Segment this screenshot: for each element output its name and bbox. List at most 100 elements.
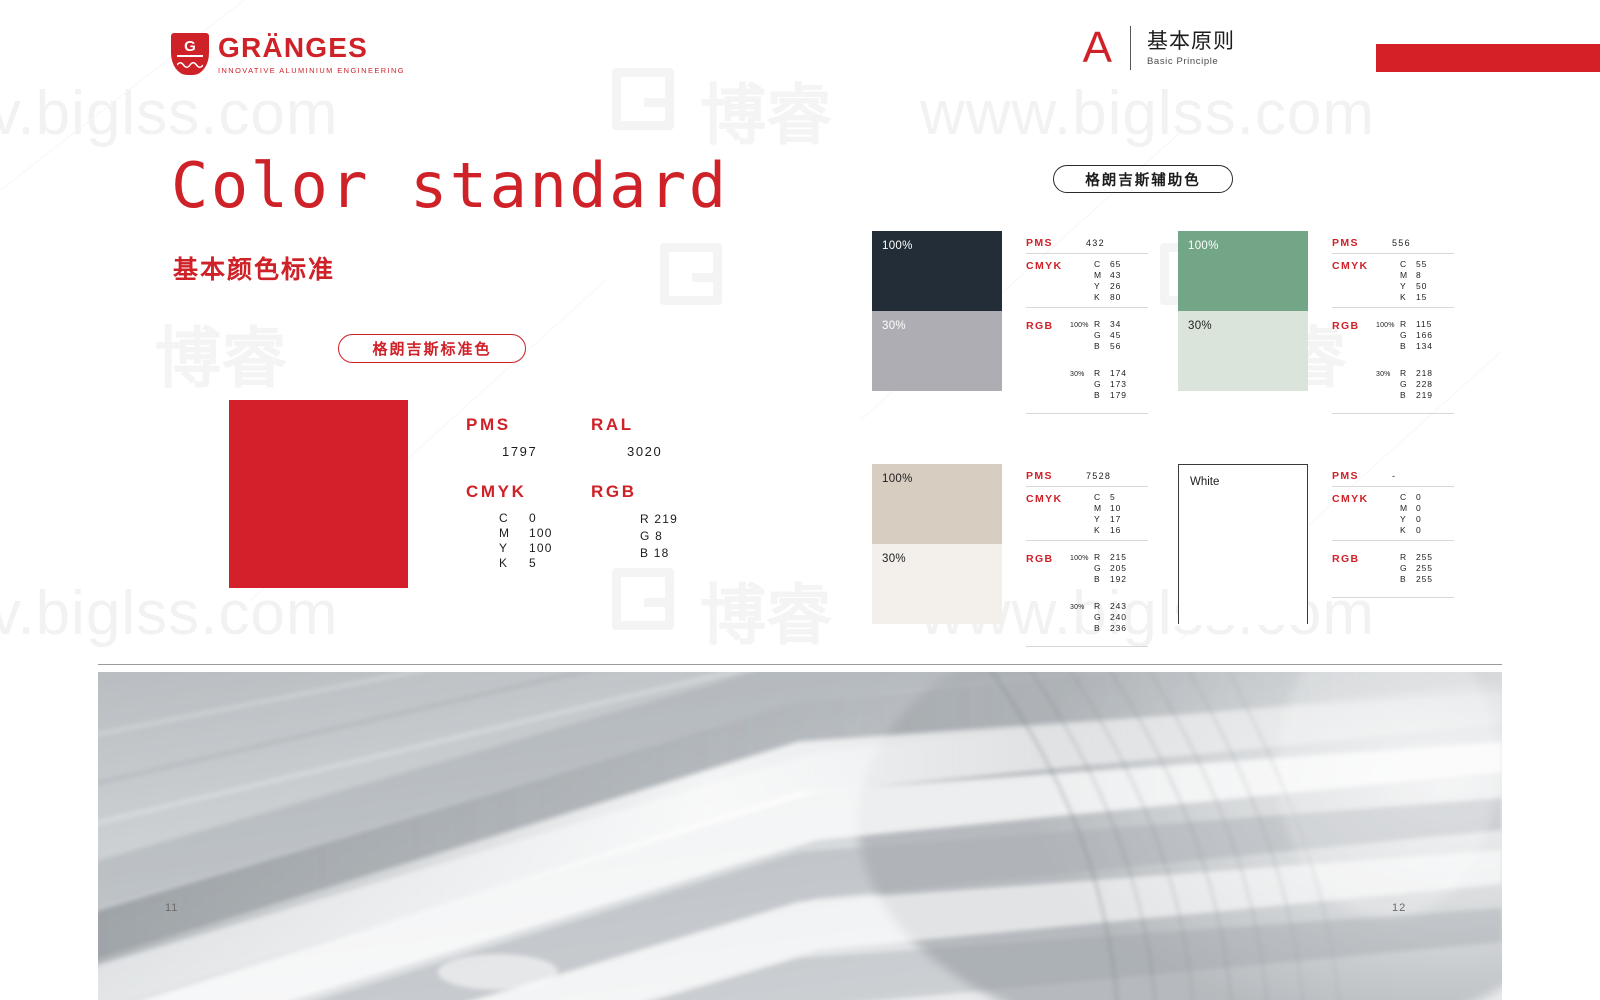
cmyk-value: 100 — [529, 526, 553, 540]
rgb-row: R 219 — [640, 512, 679, 526]
page-title: Color standard — [171, 149, 729, 222]
channel-value: 80 — [1110, 292, 1122, 302]
pms-row: PMS 7528 — [1026, 464, 1148, 487]
cmyk-label: CMYK — [466, 482, 527, 501]
cmyk-values-row: C 65 — [1094, 259, 1121, 270]
cmyk-values: C 0 M 100 Y 100 K 5 — [466, 511, 591, 571]
cmyk-spacer — [1376, 259, 1400, 303]
rgb-100-values-row: G 166 — [1400, 330, 1433, 341]
rgb-30-row: 30% R 174 G 173 B 179 — [1026, 356, 1148, 405]
page-number-right: 12 — [1392, 902, 1407, 914]
rgb-100-values-row: B 255 — [1400, 574, 1433, 585]
cmyk-values-row: Y0 — [1400, 514, 1422, 525]
page-subtitle: 基本颜色标准 — [173, 255, 336, 284]
channel-value: 43 — [1110, 270, 1122, 280]
rgb-30-spacer — [1026, 368, 1070, 401]
rgb-label: RGB — [1332, 553, 1360, 565]
channel-key: B — [1400, 341, 1407, 351]
swatch-30-area — [1179, 545, 1307, 625]
cmyk-key: K — [499, 556, 509, 570]
rgb-100-values-row: R 115 — [1400, 319, 1433, 330]
channel-key: B — [1400, 390, 1407, 400]
color-swatch-card: 100% 30% PMS 556 CMYK C 55 M 8 Y 50 K 15 RGB 100% R 115 G… — [1178, 231, 1454, 414]
rgb-100-values-row: B 134 — [1400, 341, 1433, 352]
swatch-spec-table: PMS 432 CMYK C 65 M 43 Y 26 K 80 RGB 100% R 34 G 45 B 56 30… — [1026, 231, 1148, 414]
rgb-100-values-row: G 255 — [1400, 563, 1433, 574]
rgb-30-values-row: G 240 — [1094, 612, 1127, 623]
swatch-white: White — [1178, 464, 1308, 625]
channel-key: G — [1094, 330, 1102, 340]
cmyk-row: Y 100 — [499, 541, 591, 556]
rgb-100-percent: 100% — [1070, 555, 1089, 562]
color-swatch-card: 100% 30% PMS 7528 CMYK C 5 M 10 Y 17 K 16 RGB 100% R 215… — [872, 464, 1148, 647]
rgb-30-values-row: G 228 — [1400, 379, 1433, 390]
rgb-30-values-row: R 218 — [1400, 368, 1433, 379]
channel-value: 215 — [1110, 552, 1127, 562]
channel-value: 0 — [1416, 514, 1422, 524]
cmyk-values-row: C5 — [1094, 492, 1121, 503]
cmyk-values-row: K 16 — [1094, 525, 1121, 536]
cmyk-values-row: K 80 — [1094, 292, 1121, 303]
watermark-logo-mark — [660, 243, 722, 305]
channel-value: 26 — [1110, 281, 1122, 291]
cmyk-row: C0 — [499, 511, 591, 526]
ral-value: 3020 — [627, 444, 663, 459]
channel-key: G — [1094, 612, 1102, 622]
swatch-30-area: 30% — [872, 544, 1002, 624]
channel-key: Y — [1400, 514, 1407, 524]
rgb-30-values-row: G 173 — [1094, 379, 1127, 390]
color-swatch-card: 100% 30% PMS 432 CMYK C 65 M 43 Y 26 K 80 RGB 100% R 34 G… — [872, 231, 1148, 414]
channel-value: 240 — [1110, 612, 1127, 622]
rgb-30-row: 30% R 218 G 228 B 219 — [1332, 356, 1454, 405]
rgb-30-spacer — [1026, 601, 1070, 634]
cmyk-values-row: M 43 — [1094, 270, 1121, 281]
channel-key: K — [1400, 525, 1407, 535]
cmyk-spacer — [1070, 492, 1094, 536]
channel-value: 179 — [1110, 390, 1127, 400]
channel-value: 34 — [1110, 319, 1122, 329]
page-number-left: 11 — [165, 902, 179, 914]
channel-value: 219 — [1416, 390, 1433, 400]
swatch-100-area: 100% — [872, 464, 1002, 544]
rgb-30-values-row: R 174 — [1094, 368, 1127, 379]
cmyk-value: 5 — [529, 556, 537, 570]
rgb-30-row: 30% R 243 G 240 B 236 — [1026, 589, 1148, 638]
channel-value: 134 — [1416, 341, 1433, 351]
cmyk-values-row: C0 — [1400, 492, 1422, 503]
pms-row: PMS 556 — [1332, 231, 1454, 254]
pms-value: - — [1392, 471, 1397, 481]
rgb-100-values-row: G 45 — [1094, 330, 1121, 341]
channel-value: 218 — [1416, 368, 1433, 378]
rgb-100-values-row: R 34 — [1094, 319, 1121, 330]
cmyk-key: Y — [499, 541, 509, 555]
swatch-green: 100% 30% — [1178, 231, 1308, 391]
channel-key: Y — [1094, 514, 1101, 524]
rgb-30-percent: 30% — [1070, 371, 1085, 378]
rgb-100-values: R 215 G 205 B 192 — [1094, 552, 1127, 585]
channel-key: Y — [1400, 281, 1407, 291]
rgb-label: RGB — [1332, 320, 1360, 332]
cmyk-values: C 65 M 43 Y 26 K 80 — [1094, 259, 1121, 303]
cmyk-values-row: K0 — [1400, 525, 1422, 536]
rgb-30-values: R 218 G 228 B 219 — [1400, 368, 1433, 401]
pms-value: 1797 — [502, 444, 538, 459]
header-accent-bar — [1376, 44, 1600, 72]
channel-key: G — [1094, 563, 1102, 573]
rgb-100-values-row: B 192 — [1094, 574, 1127, 585]
channel-key: G — [1094, 379, 1102, 389]
channel-value: 115 — [1416, 319, 1433, 329]
section-title-cn: 基本原则 — [1147, 29, 1235, 53]
table-bottom-rule — [1332, 597, 1454, 598]
swatch-30-label: 30% — [882, 553, 906, 565]
channel-key: K — [1400, 292, 1407, 302]
channel-key: R — [1094, 552, 1102, 562]
pms-label: PMS — [466, 415, 511, 434]
rgb-30-values-row: B 236 — [1094, 623, 1127, 634]
cmyk-values: C0M0Y0K0 — [1400, 492, 1422, 536]
channel-value: 45 — [1110, 330, 1122, 340]
cmyk-row-group: CMYK C 65 M 43 Y 26 K 80 — [1026, 254, 1148, 308]
cmyk-spacer — [1376, 492, 1400, 536]
rgb-100-values-row: G 205 — [1094, 563, 1127, 574]
rgb-30-values: R 174 G 173 B 179 — [1094, 368, 1127, 401]
swatch-beige: 100% 30% — [872, 464, 1002, 624]
